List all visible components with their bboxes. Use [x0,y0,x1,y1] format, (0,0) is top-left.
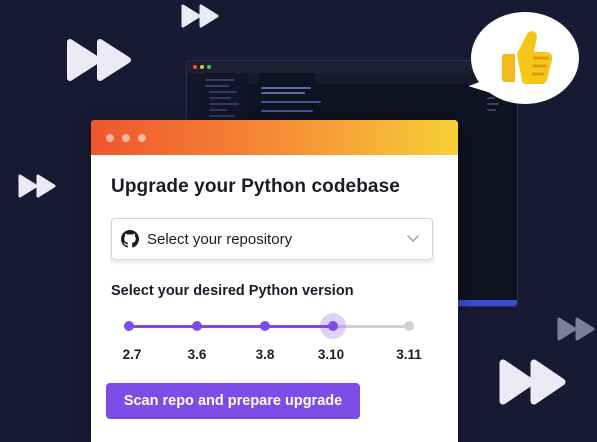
fast-forward-icon [556,316,597,342]
speech-bubble [471,12,579,104]
window-dot [138,133,146,142]
scan-repo-button[interactable]: Scan repo and prepare upgrade [106,383,360,419]
fast-forward-icon [498,358,570,406]
fast-forward-icon [17,173,59,199]
upgrade-dialog: Upgrade your Python codebase Select your… [91,120,458,442]
slider-stop[interactable] [192,321,202,331]
slider-thumb[interactable] [328,321,338,331]
slider-stop[interactable] [404,321,414,331]
version-tick-label: 2.7 [122,347,142,362]
github-icon [121,230,139,248]
version-slider[interactable] [119,313,419,339]
window-dot [106,133,114,142]
chevron-down-icon [407,235,419,243]
version-tick-label: 3.11 [396,347,422,362]
fast-forward-icon [181,4,221,28]
dialog-title: Upgrade your Python codebase [111,176,400,197]
repository-select-label: Select your repository [147,230,293,248]
thumbs-up-icon [502,31,553,84]
slider-track-fill [129,325,333,328]
version-tick-label: 3.10 [317,347,345,362]
editor-titlebar [187,61,517,73]
version-label: Select your desired Python version [111,283,354,299]
repository-select[interactable]: Select your repository [111,218,433,260]
slider-stop[interactable] [124,321,134,331]
slider-stop[interactable] [260,321,270,331]
version-tick-label: 3.8 [255,347,275,362]
fast-forward-icon [66,38,136,82]
editor-tab [259,73,315,84]
window-dot [122,133,130,142]
dialog-header [91,120,458,155]
version-tick-label: 3.6 [187,347,207,362]
